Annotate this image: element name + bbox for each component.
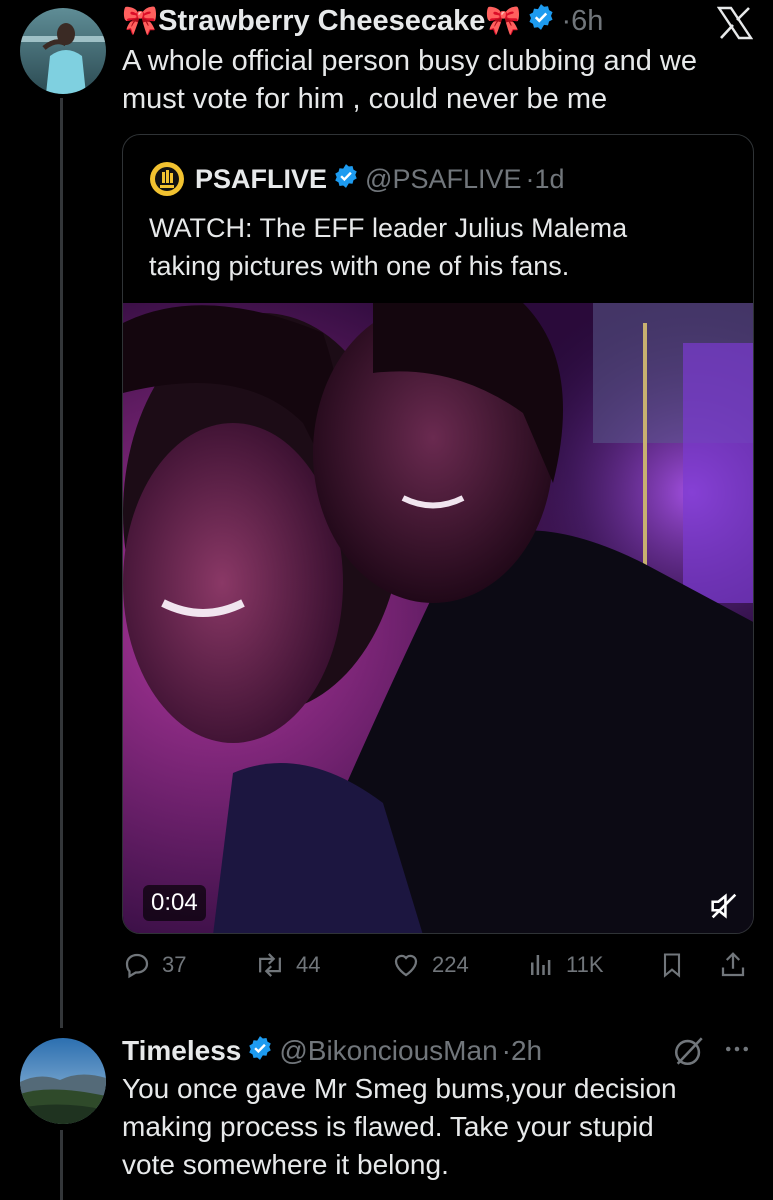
mute-icon[interactable]	[707, 889, 741, 923]
verified-badge-icon	[247, 1035, 273, 1068]
analytics-icon	[531, 955, 551, 975]
quoted-tweet-card[interactable]: PSAFLIVE @PSAFLIVE ·1d WATCH: The EFF le…	[122, 134, 754, 934]
reply-icon	[125, 953, 149, 979]
quote-header: PSAFLIVE @PSAFLIVE ·1d	[195, 161, 565, 197]
share-button[interactable]	[718, 950, 758, 980]
reply-text-line: vote somewhere it belong.	[122, 1149, 449, 1180]
quote-avatar	[149, 161, 185, 197]
bookmark-button[interactable]	[658, 950, 696, 980]
main-tweet-header: 🎀Strawberry Cheesecake🎀 ·6h	[122, 2, 603, 40]
reply-header: Timeless @BikonciousMan ·2h	[122, 1032, 542, 1070]
reply-count: 37	[162, 952, 187, 977]
quote-text-line: taking pictures with one of his fans.	[149, 251, 570, 281]
reply-text: You once gave Mr Smeg bums,your decision…	[122, 1070, 762, 1184]
reply-time[interactable]: ·2h	[502, 1035, 542, 1067]
quote-text: WATCH: The EFF leader Julius Malema taki…	[149, 209, 739, 285]
thread-line-top	[60, 98, 63, 1028]
grok-icon[interactable]	[672, 1034, 706, 1068]
video-player[interactable]: 0:04	[123, 303, 753, 933]
share-icon	[721, 952, 745, 977]
repost-button[interactable]: 44	[254, 950, 320, 980]
main-tweet-text: A whole official person busy clubbing an…	[122, 42, 742, 118]
reply-author-name[interactable]: Timeless	[122, 1035, 241, 1067]
video-duration: 0:04	[143, 885, 206, 921]
main-tweet-text-line: must vote for him , could never be me	[122, 83, 608, 115]
repost-count: 44	[296, 952, 321, 977]
reply-button[interactable]: 37	[122, 950, 186, 980]
view-count: 11K	[566, 952, 604, 977]
bookmark-icon	[663, 953, 681, 978]
verified-badge-icon	[527, 3, 555, 39]
tweet-action-bar: 37 44 224 11K	[122, 950, 752, 990]
x-logo-icon[interactable]	[716, 6, 754, 40]
main-tweet-text-line: A whole official person busy clubbing an…	[122, 45, 698, 77]
quote-author-name: PSAFLIVE	[195, 163, 328, 194]
reply-text-line: You once gave Mr Smeg bums,your decision	[122, 1073, 677, 1104]
author-name[interactable]: 🎀Strawberry Cheesecake🎀	[122, 4, 521, 38]
repost-icon	[259, 953, 281, 977]
heart-icon	[394, 954, 418, 977]
thread-line-bottom	[60, 1130, 63, 1200]
like-count: 224	[432, 952, 469, 977]
reply-handle[interactable]: @BikonciousMan	[279, 1035, 497, 1067]
reply-text-line: making process is flawed. Take your stup…	[122, 1111, 654, 1142]
author-avatar[interactable]	[20, 8, 106, 94]
quote-text-line: WATCH: The EFF leader Julius Malema	[149, 213, 628, 243]
reply-author-avatar[interactable]	[20, 1038, 106, 1124]
more-options-icon[interactable]	[722, 1034, 752, 1064]
quote-time: ·1d	[525, 163, 565, 194]
quote-handle: @PSAFLIVE	[365, 163, 522, 194]
views-button[interactable]: 11K	[526, 950, 604, 980]
verified-badge-icon	[333, 163, 359, 196]
tweet-time[interactable]: ·6h	[561, 5, 603, 38]
like-button[interactable]: 224	[390, 950, 469, 980]
